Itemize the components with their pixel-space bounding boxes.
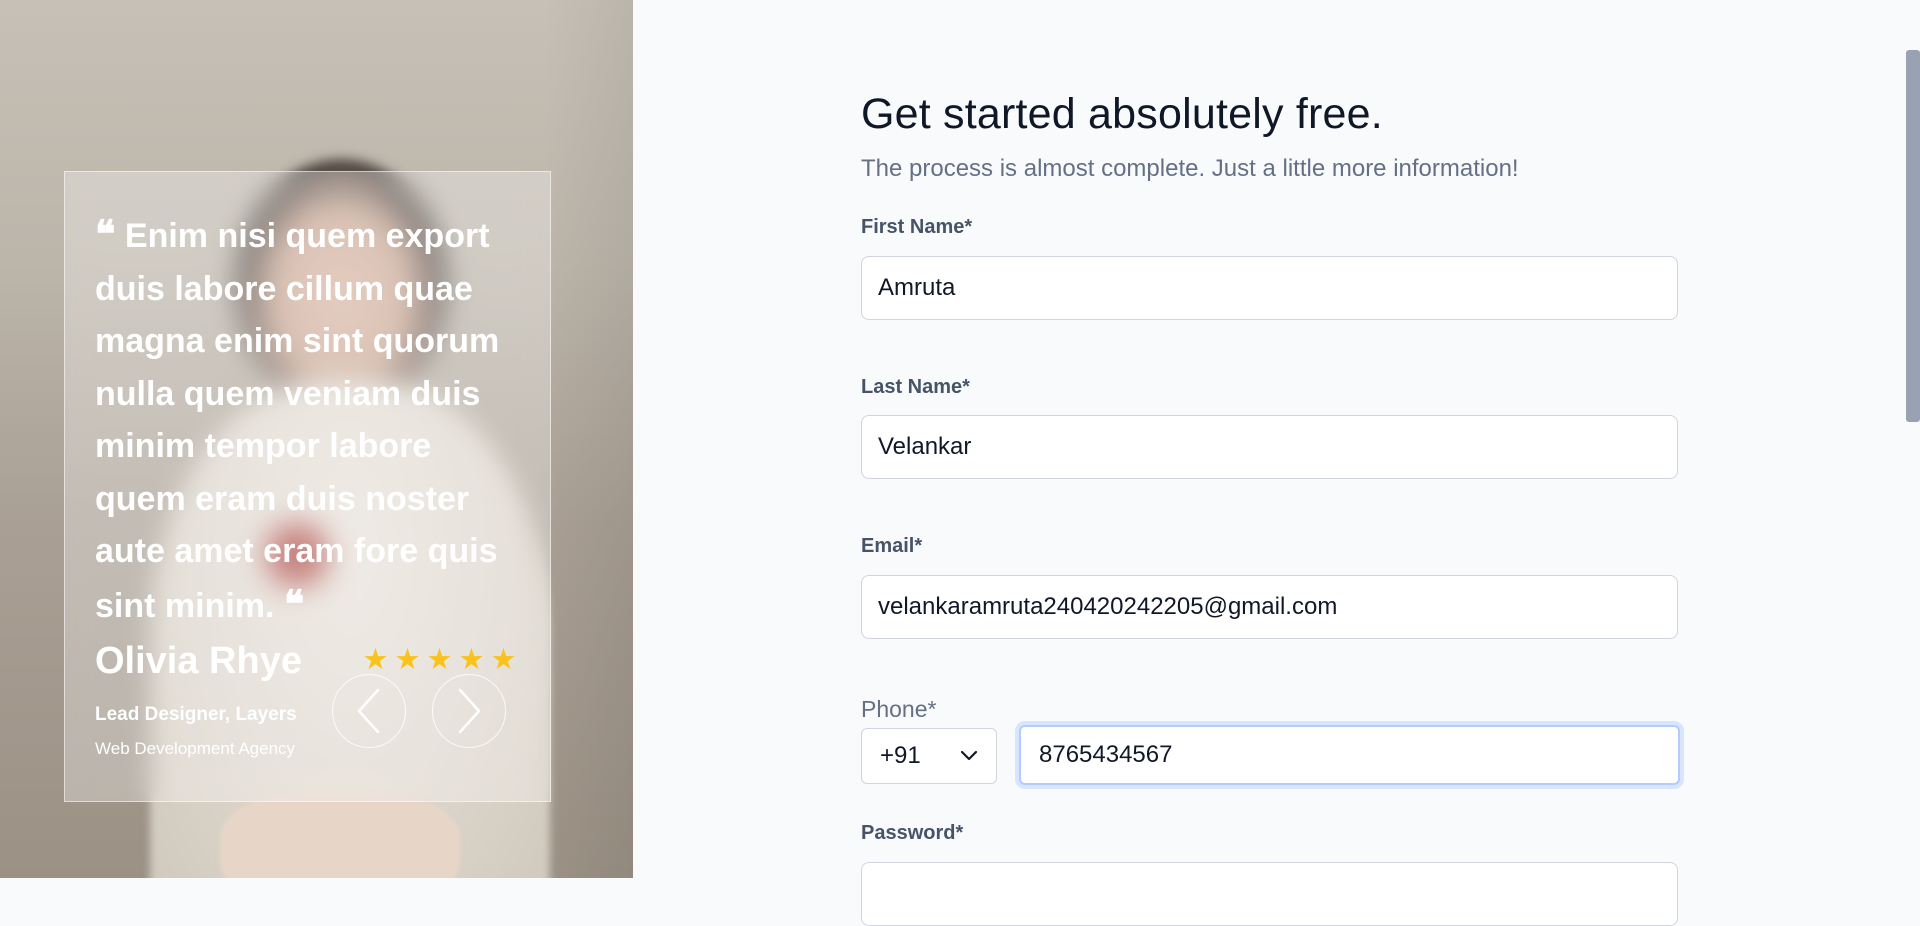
testimonial-author-role: Lead Designer, Layers [95,704,297,725]
testimonial-author-name: Olivia Rhye [95,640,302,682]
first-name-label: First Name* [861,216,973,238]
page-subtitle: The process is almost complete. Just a l… [861,155,1519,182]
country-code-select[interactable]: +91 [861,728,997,784]
quote-close-icon: ❝ [283,580,305,626]
password-input[interactable] [861,862,1678,926]
country-code-value: +91 [880,742,921,769]
star-icon: ★ [362,644,389,676]
star-icon: ★ [394,644,421,676]
rating-stars: ★ ★ ★ ★ ★ [362,644,517,676]
quote-open-icon: ❝ [95,211,116,256]
last-name-label: Last Name* [861,376,970,398]
phone-input[interactable] [1019,725,1680,785]
chevron-left-icon [357,688,380,734]
page-scrollbar[interactable] [1906,50,1920,422]
email-input[interactable] [861,575,1678,639]
testimonial-quote: ❝ Enim nisi quem export duis labore cill… [95,211,500,626]
testimonial-prev-button[interactable] [332,674,406,748]
chevron-down-icon [960,750,978,761]
testimonial-author-company: Web Development Agency [95,739,296,758]
last-name-input[interactable] [861,415,1678,479]
star-icon: ★ [458,644,485,676]
page-title: Get started absolutely free. [861,90,1383,138]
star-icon: ★ [490,644,517,676]
star-icon: ★ [426,644,453,676]
testimonial-next-button[interactable] [432,674,506,748]
email-label: Email* [861,535,923,557]
chevron-right-icon [458,688,481,734]
password-label: Password* [861,822,964,844]
phone-label: Phone* [861,696,937,722]
first-name-input[interactable] [861,256,1678,320]
hero-panel: ❝ Enim nisi quem export duis labore cill… [0,0,633,878]
testimonial-card: ❝ Enim nisi quem export duis labore cill… [64,171,551,802]
